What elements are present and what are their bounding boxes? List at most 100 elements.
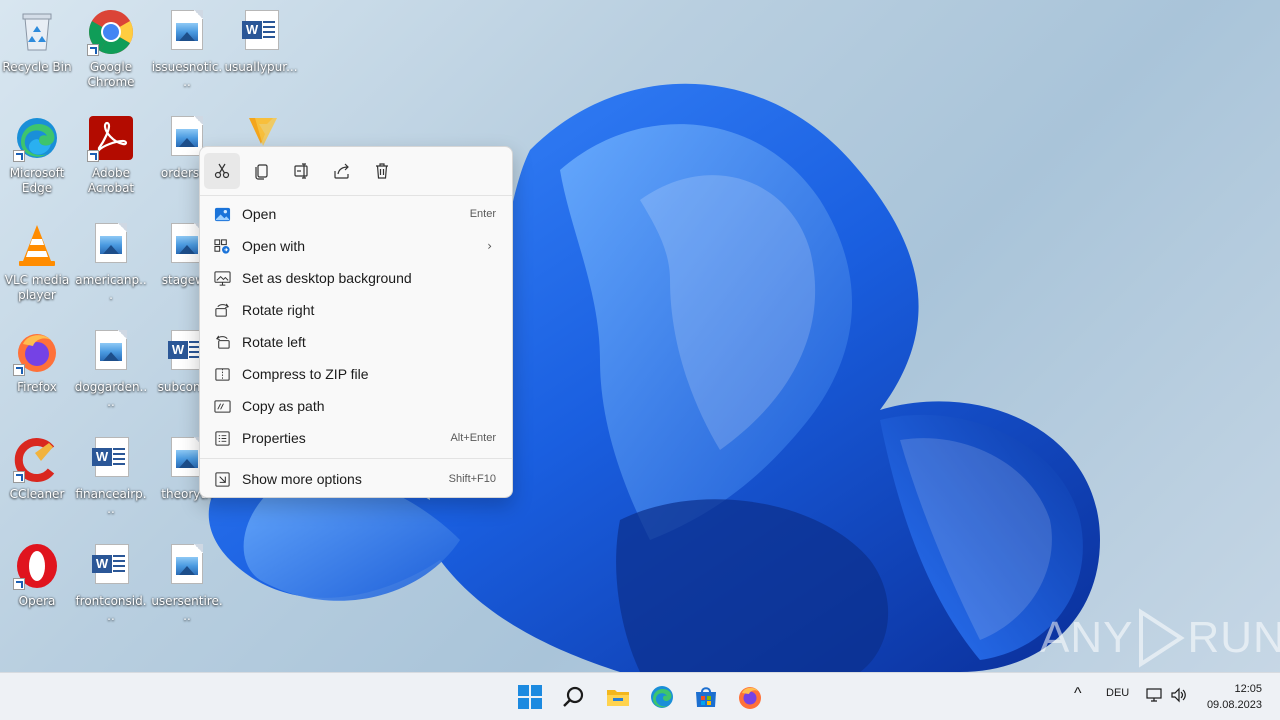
- opera-icon: [13, 542, 61, 590]
- clock-date: 09.08.2023: [1206, 699, 1262, 711]
- vlc-icon: [13, 221, 61, 269]
- desktop-icon-image-file[interactable]: doggarden....: [74, 328, 148, 410]
- menu-item-label: Open with: [242, 238, 306, 254]
- volume-button[interactable]: [1171, 687, 1189, 706]
- volume-icon: [1171, 687, 1186, 703]
- menu-separator: [200, 458, 512, 459]
- desktop-icon-label: doggarden....: [74, 380, 148, 409]
- desktop-icon-label: VLC media player: [4, 273, 70, 302]
- desktop-icon-label: Firefox: [17, 380, 57, 394]
- quick-actions-row: [204, 153, 404, 189]
- store-icon: [696, 687, 716, 707]
- shortcut-arrow-icon: [13, 150, 25, 162]
- chevron-up-icon: ^: [1074, 685, 1082, 702]
- cut-button[interactable]: [204, 153, 240, 189]
- word-file-icon: W: [237, 8, 285, 56]
- desktop-icon-opera[interactable]: Opera: [0, 542, 74, 609]
- menu-item-label: Rotate left: [242, 334, 306, 350]
- ccleaner-icon: [13, 435, 61, 483]
- image-file-icon: [163, 8, 211, 56]
- desktop-icon-recycle-bin[interactable]: Recycle Bin: [0, 8, 74, 75]
- network-button[interactable]: [1146, 687, 1164, 706]
- desktop-icon-firefox[interactable]: Firefox: [0, 328, 74, 395]
- menu-item-rotate-left[interactable]: Rotate left: [204, 327, 508, 357]
- menu-item-label: Copy as path: [242, 398, 325, 414]
- search-button[interactable]: [558, 681, 590, 713]
- menu-item-label: Rotate right: [242, 302, 315, 318]
- menu-item-open[interactable]: Open Enter: [204, 199, 508, 229]
- taskbar-store[interactable]: [690, 681, 722, 713]
- menu-item-rotate-right[interactable]: Rotate right: [204, 295, 508, 325]
- desktop-icon-label: Recycle Bin: [2, 60, 72, 74]
- desktop-icon-google-chrome[interactable]: Google Chrome: [74, 8, 148, 90]
- desktop-icon-label: Opera: [18, 594, 56, 608]
- menu-item-open-with[interactable]: Open with ›: [204, 231, 508, 261]
- copy-icon: [255, 164, 268, 180]
- desktop-icon-label: CCleaner: [9, 487, 65, 501]
- share-button[interactable]: [324, 153, 360, 189]
- open-with-icon: [213, 237, 231, 255]
- menu-item-set-desktop-background[interactable]: Set as desktop background: [204, 263, 508, 293]
- desktop-icon-ccleaner[interactable]: CCleaner: [0, 435, 74, 502]
- start-button[interactable]: [514, 681, 546, 713]
- desktop-icon-vlc[interactable]: VLC media player: [0, 221, 74, 303]
- desktop-icon-label: Microsoft Edge: [9, 166, 65, 195]
- desktop-icon-word-file[interactable]: W frontconsid...: [74, 542, 148, 624]
- cut-icon: [214, 163, 230, 179]
- desktop-icon-label: financeairp...: [75, 487, 147, 516]
- show-hidden-icons-button[interactable]: ^: [1074, 685, 1082, 703]
- taskbar-edge[interactable]: [646, 681, 678, 713]
- delete-button[interactable]: [364, 153, 400, 189]
- shortcut-arrow-icon: [13, 471, 25, 483]
- taskbar-firefox[interactable]: [734, 681, 766, 713]
- desktop-icon-word-file[interactable]: W usuallypur...: [224, 8, 298, 75]
- watermark-right-text: RUN: [1187, 613, 1280, 662]
- menu-item-label: Compress to ZIP file: [242, 366, 369, 382]
- copy-button[interactable]: [244, 153, 280, 189]
- menu-item-label: Open: [242, 206, 277, 222]
- more-options-icon: [213, 470, 231, 488]
- rotate-right-icon: [213, 301, 231, 319]
- desktop-icon-word-file[interactable]: W financeairp...: [74, 435, 148, 517]
- word-file-icon: W: [87, 542, 135, 590]
- rename-icon: [294, 163, 308, 179]
- network-icon: [1146, 688, 1162, 702]
- desktop-icon-label: americanp...: [75, 273, 147, 302]
- menu-item-shortcut: Shift+F10: [448, 473, 496, 485]
- chevron-right-icon: ›: [487, 239, 492, 253]
- menu-item-label: Set as desktop background: [242, 270, 412, 286]
- firefox-icon: [739, 687, 761, 709]
- desktop-icon-image-file[interactable]: usersentire...: [150, 542, 224, 624]
- photos-app-icon: [213, 205, 231, 223]
- menu-item-label: Show more options: [242, 471, 362, 487]
- recycle-bin-icon: [13, 8, 61, 56]
- desktop-background-icon: [213, 269, 231, 287]
- edge-icon: [13, 114, 61, 162]
- menu-item-show-more-options[interactable]: Show more options Shift+F10: [204, 464, 508, 494]
- shortcut-arrow-icon: [13, 578, 25, 590]
- properties-icon: [213, 429, 231, 447]
- desktop-icon-image-file[interactable]: americanp...: [74, 221, 148, 303]
- menu-item-label: Properties: [242, 430, 306, 446]
- copy-path-icon: [213, 397, 231, 415]
- image-file-icon: [87, 221, 135, 269]
- language-indicator[interactable]: DEU: [1106, 687, 1129, 699]
- menu-item-properties[interactable]: Properties Alt+Enter: [204, 423, 508, 453]
- menu-item-compress-zip[interactable]: Compress to ZIP file: [204, 359, 508, 389]
- desktop-icon-adobe-acrobat[interactable]: Adobe Acrobat: [74, 114, 148, 196]
- rename-button[interactable]: [284, 153, 320, 189]
- watermark-left-text: ANY: [1040, 613, 1134, 662]
- menu-item-copy-as-path[interactable]: Copy as path: [204, 391, 508, 421]
- image-file-icon: [87, 328, 135, 376]
- firefox-icon: [13, 328, 61, 376]
- start-icon: [518, 685, 542, 709]
- menu-item-shortcut: Enter: [469, 208, 496, 220]
- delete-icon: [376, 163, 388, 179]
- taskbar-file-explorer[interactable]: [602, 681, 634, 713]
- desktop-icon-microsoft-edge[interactable]: Microsoft Edge: [0, 114, 74, 196]
- desktop-icon-label: Google Chrome: [87, 60, 135, 89]
- play-logo-icon: [1139, 608, 1186, 668]
- desktop-icon-image-file[interactable]: issuesnotic...: [150, 8, 224, 90]
- clock[interactable]: 12:05 09.08.2023: [1207, 681, 1262, 713]
- desktop-icon-label: Adobe Acrobat: [87, 166, 135, 195]
